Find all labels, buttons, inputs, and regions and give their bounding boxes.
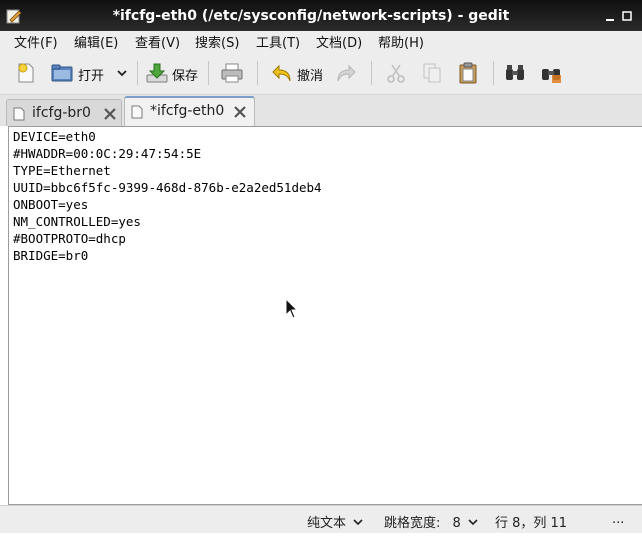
undo-button-label[interactable]: 撤消: [297, 65, 323, 84]
menu-tools[interactable]: 工具(T): [256, 32, 300, 51]
close-tab-icon[interactable]: [103, 107, 117, 121]
tab-label: *ifcfg-eth0: [150, 103, 225, 119]
open-button-label[interactable]: 打开: [78, 65, 104, 84]
scissors-icon: [387, 64, 405, 83]
new-document-button[interactable]: [14, 61, 38, 85]
save-button[interactable]: [145, 61, 169, 85]
menu-file[interactable]: 文件(F): [14, 32, 58, 51]
title-bar: *ifcfg-eth0 (/etc/sysconfig/network-scri…: [0, 0, 642, 31]
window-bottom-edge: [0, 533, 642, 539]
text-file-icon: [131, 105, 143, 123]
window-title: *ifcfg-eth0 (/etc/sysconfig/network-scri…: [112, 8, 510, 24]
status-overflow: ...: [612, 512, 625, 527]
gedit-app-icon: [6, 8, 22, 24]
tab-bar: ifcfg-br0 *ifcfg-eth0: [0, 95, 642, 126]
find-replace-button[interactable]: [539, 61, 563, 85]
close-tab-icon[interactable]: [233, 105, 247, 119]
undo-button[interactable]: [270, 61, 294, 85]
mouse-pointer-icon: [285, 297, 299, 324]
save-button-label[interactable]: 保存: [172, 65, 198, 84]
chevron-down-icon: [353, 519, 363, 526]
editor-line[interactable]: BRIDGE=br0: [13, 247, 88, 264]
paste-button[interactable]: [456, 61, 480, 85]
find-button[interactable]: [503, 61, 527, 85]
menu-search[interactable]: 搜索(S): [195, 32, 239, 51]
editor-line[interactable]: NM_CONTROLLED=yes: [13, 213, 141, 230]
find-replace-icon: [542, 69, 561, 83]
redo-button[interactable]: [334, 61, 358, 85]
menu-documents[interactable]: 文档(D): [316, 32, 362, 51]
editor-line[interactable]: TYPE=Ethernet: [13, 162, 111, 179]
new-document-icon: [18, 63, 34, 83]
print-icon: [221, 63, 243, 83]
binoculars-icon: [506, 65, 524, 80]
tab-ifcfg-eth0[interactable]: *ifcfg-eth0: [124, 96, 255, 126]
toolbar-separator: [137, 61, 138, 85]
text-file-icon: [13, 107, 25, 125]
cut-button[interactable]: [384, 61, 408, 85]
tab-width-label: 跳格宽度:: [384, 516, 441, 531]
toolbar-separator: [208, 61, 209, 85]
toolbar-separator: [493, 61, 494, 85]
tab-width-selector[interactable]: 跳格宽度: 8: [384, 512, 478, 531]
tab-ifcfg-br0[interactable]: ifcfg-br0: [6, 99, 122, 126]
toolbar: 打开 保存 撤消: [0, 51, 642, 95]
copy-button[interactable]: [420, 61, 444, 85]
editor-line[interactable]: UUID=bbc6f5fc-9399-468d-876b-e2a2ed51deb…: [13, 179, 322, 196]
tab-label: ifcfg-br0: [32, 105, 91, 121]
tab-width-value: 8: [452, 516, 461, 531]
menu-view[interactable]: 查看(V): [135, 32, 180, 51]
status-bar: 纯文本 跳格宽度: 8 行 8，列 11 ...: [0, 505, 642, 533]
minimize-icon[interactable]: [604, 10, 616, 22]
menu-edit[interactable]: 编辑(E): [74, 32, 118, 51]
menu-help[interactable]: 帮助(H): [378, 32, 424, 51]
print-button[interactable]: [220, 61, 244, 85]
toolbar-separator: [257, 61, 258, 85]
syntax-mode-label: 纯文本: [307, 516, 347, 531]
open-recent-chevron-icon[interactable]: [116, 67, 128, 91]
open-folder-icon: [51, 64, 73, 82]
chevron-down-icon: [468, 519, 478, 526]
open-button[interactable]: [50, 61, 74, 85]
toolbar-separator: [371, 61, 372, 85]
editor-line[interactable]: ONBOOT=yes: [13, 196, 88, 213]
menu-bar: 文件(F) 编辑(E) 查看(V) 搜索(S) 工具(T) 文档(D) 帮助(H…: [0, 31, 642, 51]
copy-icon: [423, 63, 441, 83]
editor-line[interactable]: DEVICE=eth0: [13, 128, 96, 145]
editor-line[interactable]: #BOOTPROTO=dhcp: [13, 230, 126, 247]
paste-clipboard-icon: [459, 62, 477, 84]
save-download-icon: [146, 63, 168, 83]
maximize-icon[interactable]: [621, 10, 633, 22]
text-editor[interactable]: DEVICE=eth0 #HWADDR=00:0C:29:47:54:5E TY…: [8, 126, 642, 505]
undo-arrow-icon: [272, 64, 291, 82]
syntax-mode-selector[interactable]: 纯文本: [307, 512, 363, 531]
editor-line[interactable]: #HWADDR=00:0C:29:47:54:5E: [13, 145, 201, 162]
redo-arrow-icon: [337, 64, 356, 82]
cursor-position: 行 8，列 11: [495, 516, 568, 531]
